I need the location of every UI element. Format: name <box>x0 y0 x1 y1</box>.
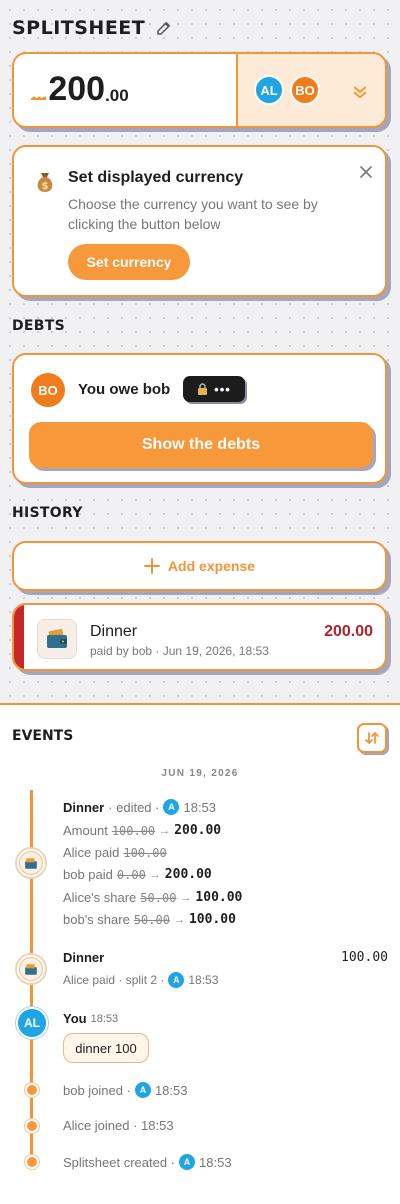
you-avatar: AL <box>16 1007 48 1039</box>
expense-amount: 200.00 <box>324 623 373 640</box>
history-heading: HISTORY <box>12 505 83 521</box>
debt-text: You owe bob <box>78 381 171 398</box>
change-new: 100.00 <box>188 912 236 927</box>
change-label: Alice paid <box>63 845 120 860</box>
timeline-dot <box>25 1155 39 1169</box>
create-event-detail: Alice paid · split 2 · <box>63 973 165 987</box>
total-decimals: .00 <box>105 86 129 105</box>
currency-placeholder: ... <box>31 80 47 105</box>
avatar-alice: AL <box>254 75 284 105</box>
change-row: bob paid 0.00 → 200.00 <box>63 867 212 882</box>
change-label: Alice's share <box>63 890 137 905</box>
total-whole: 200 <box>48 70 106 108</box>
add-expense-button[interactable]: Add expense <box>12 541 387 591</box>
sheet-created-text: Splitsheet created · <box>63 1154 176 1170</box>
change-old: 100.00 <box>123 845 167 860</box>
create-event-title-row: Dinner <box>63 950 104 965</box>
chevron-double-down-icon[interactable] <box>351 83 369 101</box>
change-row: bob's share 50.00 → 100.00 <box>63 912 236 927</box>
change-label: Amount <box>63 823 108 838</box>
timeline-dot <box>25 1119 39 1133</box>
bob-joined-text: bob joined · <box>63 1082 131 1098</box>
bob-joined-time: 18:53 <box>154 1082 188 1098</box>
wallet-icon <box>25 857 37 869</box>
set-currency-button[interactable]: Set currency <box>68 244 190 280</box>
message-time: 18:53 <box>90 1012 119 1025</box>
arrow-right-icon: → <box>180 891 192 904</box>
change-new: 200.00 <box>174 823 222 838</box>
title-row: SPLITSHEET <box>12 14 173 42</box>
change-row: Alice's share 50.00 → 100.00 <box>63 890 242 905</box>
create-event-avatar: A <box>168 972 185 988</box>
app-title: SPLITSHEET <box>12 17 146 39</box>
currency-card: $ Set displayed currency Choose the curr… <box>12 145 387 297</box>
currency-title: Set displayed currency <box>68 169 244 186</box>
add-expense-label: Add expense <box>167 558 256 574</box>
edit-event-icon <box>15 847 47 879</box>
change-new: 200.00 <box>164 867 212 882</box>
money-bag-icon: $ <box>37 173 53 192</box>
create-event-amount: 100.00 <box>341 950 388 965</box>
edit-event-title: Dinner <box>63 799 105 815</box>
pencil-icon[interactable] <box>155 19 173 37</box>
expense-item[interactable]: Dinner paid by bob · Jun 19, 2026, 18:53… <box>12 603 387 671</box>
message-bubble: dinner 100 <box>63 1033 149 1063</box>
debts-heading: DEBTS <box>12 318 65 334</box>
edit-event-time: 18:53 <box>183 799 217 815</box>
svg-text:$: $ <box>42 181 49 192</box>
currency-description: Choose the currency you want to see by c… <box>68 196 318 232</box>
arrow-right-icon: → <box>159 824 171 837</box>
alice-joined-event: Alice joined · 18:53 <box>63 1118 174 1133</box>
hidden-amount: ••• <box>214 381 231 397</box>
debts-card: BO You owe bob ••• Show the debts <box>12 353 387 484</box>
sort-arrows-icon <box>365 732 379 744</box>
create-event-icon <box>15 953 47 985</box>
timeline-dot <box>25 1083 39 1097</box>
sort-toggle-button[interactable] <box>357 723 387 753</box>
events-heading: EVENTS <box>12 728 74 744</box>
debt-avatar-bob: BO <box>31 373 65 407</box>
change-row: Alice paid 100.00 <box>63 845 167 860</box>
change-label: bob paid <box>63 867 113 882</box>
message-header: You 18:53 <box>63 1011 118 1026</box>
change-old: 50.00 <box>140 890 177 905</box>
show-debts-button[interactable]: Show the debts <box>29 422 373 468</box>
message-author: You <box>63 1011 87 1026</box>
sheet-created-time: 18:53 <box>199 1154 232 1170</box>
bob-joined-event: bob joined · A 18:53 <box>63 1082 188 1098</box>
expense-name: Dinner <box>90 623 138 640</box>
change-new: 100.00 <box>195 890 243 905</box>
arrow-right-icon: → <box>149 868 161 881</box>
create-event-time: 18:53 <box>188 973 219 987</box>
change-old: 100.00 <box>111 823 156 838</box>
hidden-amount-pill[interactable]: ••• <box>183 376 245 402</box>
sheet-created-event: Splitsheet created · A 18:53 <box>63 1154 232 1170</box>
events-date: JUN 19, 2026 <box>161 768 239 779</box>
bob-joined-avatar: A <box>134 1082 151 1098</box>
avatar-bob: BO <box>290 75 320 105</box>
edit-event-header: Dinner · edited · A 18:53 <box>63 799 216 815</box>
members-panel[interactable]: AL BO <box>236 54 385 126</box>
total-amount: ... 200 .00 <box>14 54 236 126</box>
change-old: 0.00 <box>116 867 146 882</box>
sheet-created-avatar: A <box>179 1154 196 1170</box>
wallet-icon <box>37 619 77 659</box>
change-old: 50.00 <box>133 912 170 927</box>
expense-subtitle: paid by bob · Jun 19, 2026, 18:53 <box>90 644 269 658</box>
expense-color-bar <box>14 605 24 669</box>
create-event-title: Dinner <box>63 950 105 965</box>
close-icon[interactable] <box>359 165 373 179</box>
change-row: Amount 100.00 → 200.00 <box>63 823 221 838</box>
change-label: bob's share <box>63 912 130 927</box>
arrow-right-icon: → <box>173 913 185 926</box>
wallet-icon <box>25 963 37 975</box>
edit-event-action: · edited · <box>108 799 160 815</box>
edit-event-avatar: A <box>163 799 180 815</box>
plus-icon <box>143 558 160 574</box>
create-event-sub: Alice paid · split 2 · A 18:53 <box>63 972 218 988</box>
alice-joined-text: Alice joined · 18:53 <box>63 1118 174 1133</box>
total-card[interactable]: ... 200 .00 AL BO <box>12 52 387 128</box>
lock-icon <box>198 383 208 395</box>
